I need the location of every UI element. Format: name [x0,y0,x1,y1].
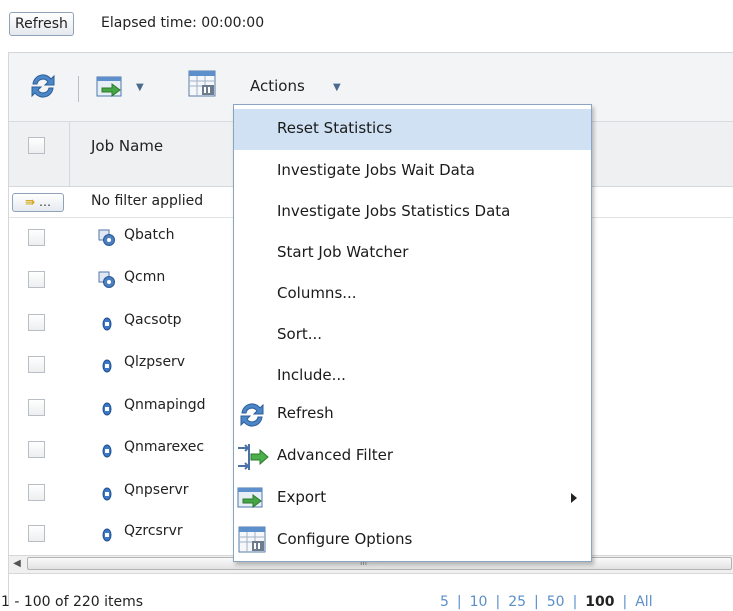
subsystem-icon [98,229,116,251]
refresh-icon[interactable] [27,70,59,106]
menu-item-export[interactable]: Export [234,478,591,519]
configure-options-icon[interactable] [187,69,217,103]
row-checkbox[interactable] [28,484,45,501]
job-name[interactable]: Qlzpserv [124,354,185,370]
row-checkbox[interactable] [28,356,45,373]
toolbar-separator [78,76,79,102]
pager-separator: | [572,594,578,610]
select-all-checkbox[interactable] [28,137,45,154]
menu-item-reset-statistics[interactable]: Reset Statistics [234,109,591,150]
menu-item-advanced-filter[interactable]: Advanced Filter [234,436,591,477]
job-icon [102,401,112,421]
job-name[interactable]: Qbatch [124,227,175,243]
menu-item-label: Configure Options [277,530,413,548]
page-size-5[interactable]: 5 [440,594,449,610]
menu-item-label: Export [277,488,327,506]
row-checkbox[interactable] [28,314,45,331]
page-size-100: 100 [585,594,615,610]
menu-item-label: Start Job Watcher [277,243,409,261]
pager-separator: | [534,594,539,610]
menu-item-start-job-watcher[interactable]: Start Job Watcher [234,233,591,274]
chevron-down-icon[interactable]: ▼ [136,82,144,93]
menu-item-configure-options[interactable]: Configure Options [234,520,591,561]
row-checkbox[interactable] [28,525,45,542]
job-icon [102,527,112,547]
job-name[interactable]: Qcmn [124,269,165,285]
pager-separator: | [622,594,628,610]
menu-item-include[interactable]: Include... [234,356,591,397]
export-icon [237,485,267,515]
elapsed-time-label: Elapsed time: 00:00:00 [101,15,265,31]
job-name[interactable]: Qnmapingd [124,397,206,413]
item-count: 1 - 100 of 220 items [1,594,144,610]
menu-item-columns[interactable]: Columns... [234,274,591,315]
column-divider [69,122,70,186]
row-checkbox[interactable] [28,441,45,458]
actions-menu-button[interactable]: Actions [250,77,305,95]
filter-button-label: … [38,195,51,209]
job-icon [102,316,112,336]
job-icon [102,486,112,506]
menu-item-refresh[interactable]: Refresh [234,394,591,435]
filter-status-text: No filter applied [91,193,204,209]
menu-item-investigate-jobs-wait-data[interactable]: Investigate Jobs Wait Data [234,151,591,192]
filter-button[interactable]: ⇛ … [12,193,64,212]
menu-item-sort[interactable]: Sort... [234,315,591,356]
job-name[interactable]: Qacsotp [124,312,182,328]
advanced-filter-icon [236,440,270,478]
export-icon[interactable] [96,74,126,104]
menu-item-label: Investigate Jobs Statistics Data [277,202,511,220]
job-name[interactable]: Qzrcsrvr [124,523,183,539]
row-checkbox[interactable] [28,229,45,246]
menu-item-label: Refresh [277,404,334,422]
row-checkbox[interactable] [28,399,45,416]
menu-item-label: Investigate Jobs Wait Data [277,161,475,179]
job-name[interactable]: Qnmarexec [124,439,204,455]
refresh-button[interactable]: Refresh [9,12,74,36]
menu-item-label: Reset Statistics [277,119,393,137]
pager-separator: | [495,594,501,610]
menu-item-label: Columns... [277,284,357,302]
menu-item-label: Include... [277,366,346,384]
page-size-all[interactable]: All [635,594,652,610]
job-name[interactable]: Qnpservr [124,482,188,498]
subsystem-icon [98,271,116,293]
job-icon [102,443,112,463]
menu-item-label: Advanced Filter [277,446,394,464]
chevron-down-icon[interactable]: ▼ [333,82,341,93]
menu-item-label: Sort... [277,325,323,343]
submenu-arrow-icon [571,493,577,503]
scroll-left-arrow-icon[interactable]: ◀ [10,557,24,571]
job-icon [102,358,112,378]
refresh-icon [235,399,269,435]
configure-options-icon [237,525,267,559]
column-header-job-name[interactable]: Job Name [91,137,163,155]
page-size-10[interactable]: 10 [470,594,488,610]
filter-arrow-icon: ⇛ [25,195,36,209]
row-checkbox[interactable] [28,271,45,288]
page-size-50[interactable]: 50 [547,594,565,610]
menu-item-investigate-jobs-statistics-data[interactable]: Investigate Jobs Statistics Data [234,192,591,233]
page-size-25[interactable]: 25 [508,594,526,610]
page-size-selector: 5 | 10 | 25 | 50 | 100 | All [440,594,653,610]
pager-separator: | [456,594,462,610]
